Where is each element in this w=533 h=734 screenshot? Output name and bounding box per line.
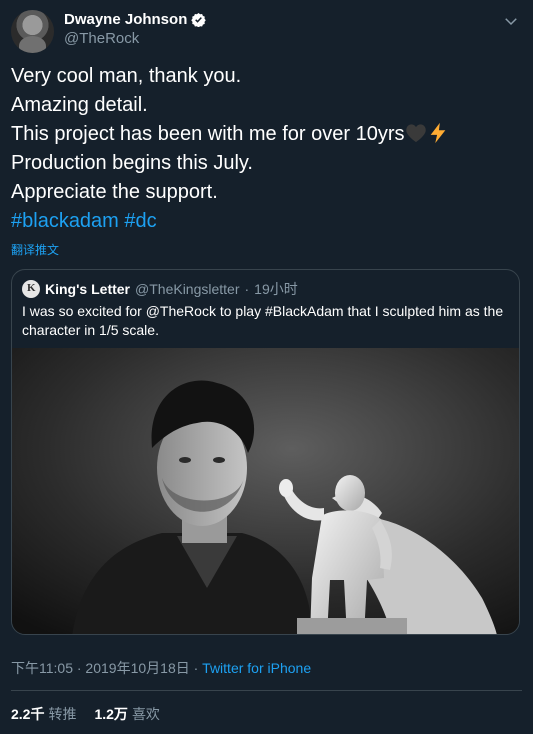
divider (11, 690, 522, 691)
quoted-separator: · (244, 281, 250, 297)
quoted-timestamp: 19小时 (254, 281, 298, 297)
author-display-name[interactable]: Dwayne Johnson (64, 11, 187, 28)
quoted-tweet-header: King's Letter @TheKingsletter · 19小时 (22, 279, 298, 299)
retweets-stat[interactable]: 2.2千 转推 (11, 704, 76, 724)
likes-count: 1.2万 (94, 706, 128, 722)
likes-label: 喜欢 (131, 706, 160, 722)
quoted-tweet-text: I was so excited for @TheRock to play #B… (22, 303, 504, 338)
tweet-line: Very cool man, thank you. (11, 65, 242, 87)
quoted-display-name: King's Letter (45, 281, 131, 297)
tweet-source-link[interactable]: Twitter for iPhone (202, 660, 311, 676)
tweet-line-with-emoji: This project has been with me for over 1… (11, 120, 526, 149)
tweet-timestamp: 下午11:05 · 2019年10月18日 · Twitter for iPho… (11, 658, 311, 678)
quoted-avatar (22, 280, 40, 298)
quoted-tweet[interactable]: King's Letter @TheKingsletter · 19小时 I w… (11, 269, 520, 635)
chevron-down-icon[interactable] (502, 12, 520, 30)
avatar[interactable] (11, 10, 54, 53)
tweet-line: This project has been with me for over 1… (11, 123, 405, 145)
high-voltage-icon (430, 122, 445, 144)
verified-badge-icon (191, 12, 207, 27)
tweet-stats: 2.2千 转推 1.2万 喜欢 (11, 704, 160, 724)
author-handle[interactable]: @TheRock (64, 30, 139, 47)
tweet-time[interactable]: 下午11:05 · 2019年10月18日 · (11, 660, 202, 676)
likes-stat[interactable]: 1.2万 喜欢 (94, 704, 159, 724)
black-heart-icon (405, 124, 426, 143)
tweet-line: Amazing detail. (11, 94, 148, 116)
retweets-count: 2.2千 (11, 706, 45, 722)
tweet-line: Appreciate the support. (11, 181, 218, 203)
author-name-row[interactable]: Dwayne Johnson (64, 11, 207, 28)
quoted-handle: @TheKingsletter (135, 281, 240, 297)
quoted-tweet-photo[interactable] (12, 348, 520, 635)
tweet-line: Production begins this July. (11, 152, 253, 174)
tweet-header: Dwayne Johnson @TheRock (11, 8, 522, 54)
translate-tweet-link[interactable]: 翻译推文 (11, 241, 59, 258)
retweets-label: 转推 (48, 706, 77, 722)
tweet-hashtags[interactable]: #blackadam #dc (11, 207, 526, 236)
tweet-text: Very cool man, thank you. Amazing detail… (11, 62, 526, 236)
